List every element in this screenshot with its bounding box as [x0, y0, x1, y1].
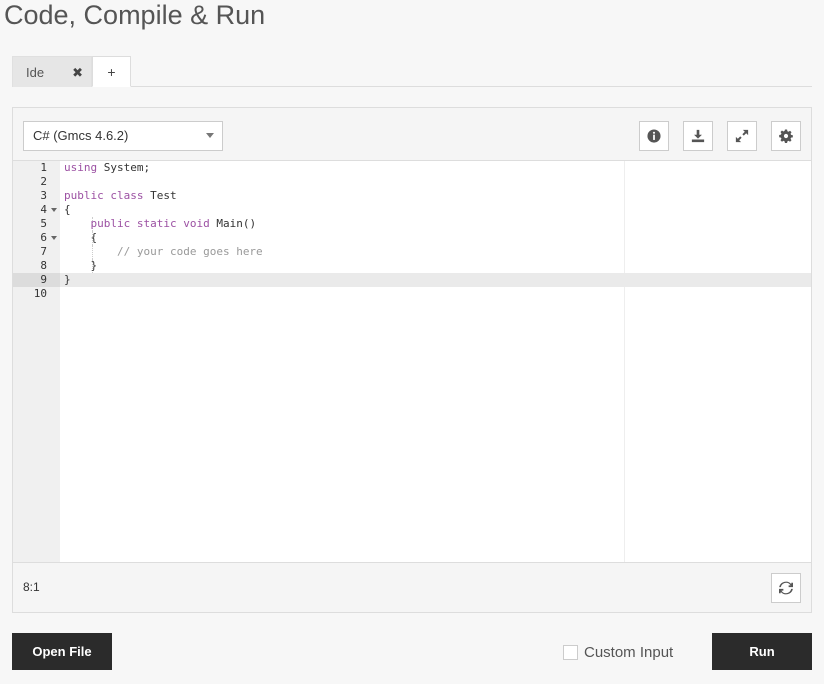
line-number: 6 [40, 231, 47, 244]
fold-toggle-icon[interactable] [51, 208, 57, 212]
code-line: 2 [13, 175, 811, 189]
tab-ide[interactable]: Ide ✖ [12, 56, 92, 87]
code-token: static [136, 217, 177, 230]
code-token: public [64, 189, 104, 202]
code-token: using [64, 161, 98, 174]
open-file-button[interactable]: Open File [12, 633, 112, 670]
line-number: 9 [40, 273, 47, 286]
line-number: 8 [40, 259, 47, 272]
code-token: void [183, 217, 210, 230]
custom-input-toggle[interactable]: Custom Input [563, 642, 673, 662]
code-text: { [64, 231, 97, 245]
download-icon [691, 129, 705, 143]
code-text: } [64, 259, 97, 273]
tab-bar: Ide ✖ + [12, 56, 812, 87]
code-text: { [64, 203, 71, 217]
download-button[interactable] [683, 121, 713, 151]
language-select[interactable]: C# (Gmcs 4.6.2) [23, 121, 223, 151]
code-token: Test [143, 189, 177, 202]
code-token: System; [97, 161, 151, 174]
code-line: 5 public static void Main() [13, 217, 811, 231]
fullscreen-button[interactable] [727, 121, 757, 151]
code-line: 10 [13, 287, 811, 301]
code-text: public static void Main() [64, 217, 257, 231]
chevron-down-icon [206, 133, 214, 138]
line-number: 1 [40, 161, 47, 174]
code-text: public class Test [64, 189, 177, 203]
code-line: 8 } [13, 259, 811, 273]
line-number: 10 [33, 287, 47, 300]
ide-panel: C# (Gmcs 4.6.2) 1 using System; 2 3 public c… [12, 107, 812, 613]
language-select-value: C# (Gmcs 4.6.2) [33, 128, 129, 143]
code-editor[interactable]: 1 using System; 2 3 public class Test 4{5 pub… [13, 161, 811, 562]
line-number: 3 [40, 189, 47, 202]
custom-input-label: Custom Input [584, 643, 674, 661]
line-number: 4 [40, 203, 47, 216]
run-button[interactable]: Run [712, 633, 812, 670]
code-token: class [110, 189, 144, 202]
code-token: } [64, 259, 98, 272]
cursor-position: 8:1 [23, 580, 40, 594]
code-line: 4{ [13, 203, 811, 217]
tab-ide-label: Ide [26, 65, 45, 80]
editor-toolbar: C# (Gmcs 4.6.2) [13, 108, 811, 161]
code-text: } [64, 273, 71, 287]
refresh-icon [779, 581, 793, 595]
info-button[interactable] [639, 121, 669, 151]
code-token: // your code goes here [116, 245, 263, 258]
code-line: 1 using System; [13, 161, 811, 175]
page-title: Code, Compile & Run [4, 0, 266, 30]
close-tab-icon[interactable]: ✖ [72, 57, 83, 88]
code-token: } [64, 273, 71, 286]
settings-button[interactable] [771, 121, 801, 151]
reset-button[interactable] [771, 573, 801, 603]
code-line: 6 { [13, 231, 811, 245]
code-token: { [64, 203, 71, 216]
code-token: { [64, 231, 98, 244]
line-number: 7 [40, 245, 47, 258]
fold-toggle-icon[interactable] [51, 236, 57, 240]
gear-icon [779, 129, 793, 143]
code-line: 7 // your code goes here [13, 245, 811, 259]
add-tab-button[interactable]: + [92, 56, 131, 87]
line-number: 2 [40, 175, 47, 188]
code-text: // your code goes here [64, 245, 263, 259]
code-token: Main() [209, 217, 257, 230]
fullscreen-icon [735, 129, 749, 143]
code-text: using System; [64, 161, 150, 175]
code-line: 3 public class Test [13, 189, 811, 203]
custom-input-checkbox[interactable] [563, 644, 578, 660]
code-line: 9} [13, 273, 811, 287]
status-bar: 8:1 [13, 562, 811, 612]
info-icon [647, 129, 661, 143]
line-number: 5 [40, 217, 47, 230]
code-token: public [90, 217, 131, 230]
